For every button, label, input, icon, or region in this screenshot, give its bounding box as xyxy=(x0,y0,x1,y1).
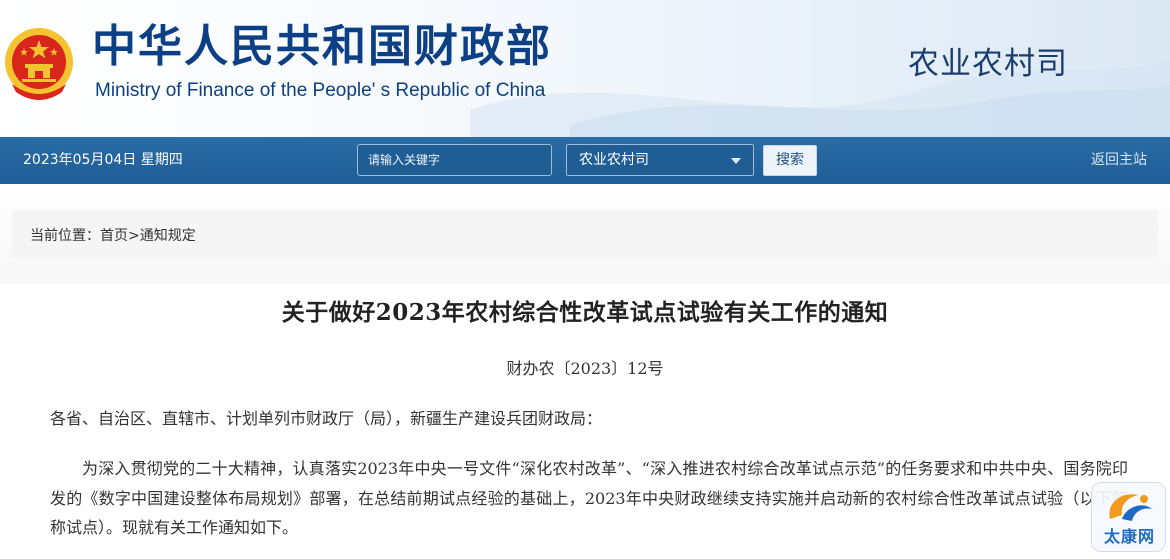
document-number: 财办农〔2023〕12号 xyxy=(506,359,664,378)
return-home-link[interactable]: 返回主站 xyxy=(1091,151,1147,169)
national-emblem-icon xyxy=(5,28,73,100)
article-body-paragraph: 为深入贯彻党的二十大精神，认真落实2023年中央一号文件“深化农村改革”、“深入… xyxy=(50,459,1128,537)
site-header: 中华人民共和国财政部 Ministry of Finance of the Pe… xyxy=(0,0,1170,137)
breadcrumb-prefix: 当前位置： xyxy=(30,228,100,244)
article-salutation: 各省、自治区、直辖市、计划单列市财政厅（局），新疆生产建设兵团财政局： xyxy=(50,409,603,428)
watermark-text: 太康网 xyxy=(1103,527,1155,546)
search-button[interactable]: 搜索 xyxy=(763,145,817,176)
chevron-down-icon xyxy=(731,158,741,164)
breadcrumb-home-link[interactable]: 首页 xyxy=(100,228,128,244)
search-input[interactable] xyxy=(357,144,552,176)
site-title-english: Ministry of Finance of the People' s Rep… xyxy=(95,80,546,101)
department-select[interactable]: 农业农村司 xyxy=(566,144,754,176)
department-select-value: 农业农村司 xyxy=(579,152,649,168)
department-name: 农业农村司 xyxy=(908,46,1068,82)
current-date: 2023年05月04日 星期四 xyxy=(23,152,183,168)
breadcrumb-current-link[interactable]: 通知规定 xyxy=(140,228,196,244)
breadcrumb-separator: > xyxy=(128,228,140,244)
site-watermark-logo: 太康网 xyxy=(1091,482,1166,552)
breadcrumb: 当前位置：首页>通知规定 xyxy=(30,227,196,245)
article-title: 关于做好2023年农村综合性改革试点试验有关工作的通知 xyxy=(281,299,889,326)
breadcrumb-bar: 当前位置：首页>通知规定 xyxy=(12,210,1158,258)
site-title-chinese: 中华人民共和国财政部 xyxy=(92,21,552,72)
nav-bar: 2023年05月04日 星期四 农业农村司 搜索 返回主站 xyxy=(0,137,1170,184)
